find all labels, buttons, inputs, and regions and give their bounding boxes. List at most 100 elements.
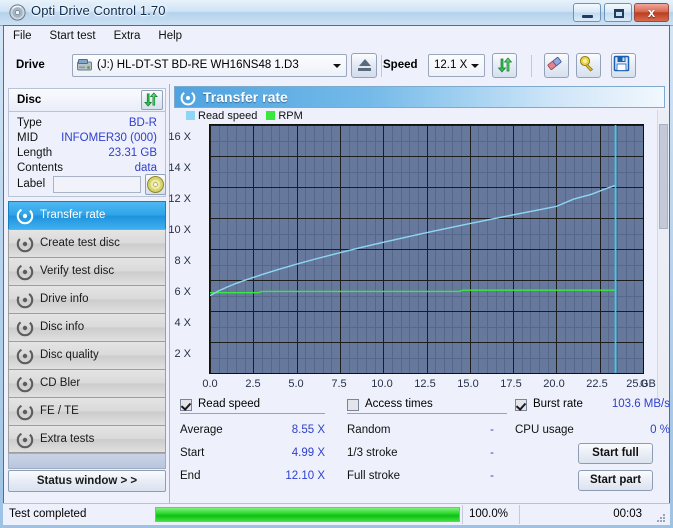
resize-grip-icon[interactable] [655,512,666,523]
stat-key: End [180,470,201,482]
chart-svg [210,125,643,373]
minimize-button[interactable] [573,3,601,22]
stat-row-cpu-usage: CPU usage 0 % [515,424,670,442]
status-divider-2 [519,505,520,524]
legend-swatch-rpm [266,111,276,120]
speed-value: 12.1 X [434,59,468,71]
chart-scrollbar[interactable] [657,110,669,398]
progress-bar-fill [156,508,459,521]
stat-row-average: Average 8.55 X [180,424,325,442]
eject-icon [359,59,371,66]
stat-row-start: Start 4.99 X [180,447,325,465]
y-tick: 10 X [168,224,191,236]
drive-icon [77,59,92,71]
x-tick: 22.5 [586,378,608,390]
sidebar-item-extra-tests[interactable]: Extra tests [8,425,166,453]
sidebar-item-label: Disc quality [40,349,99,361]
read-speed-label: Read speed [198,398,261,410]
eject-button[interactable] [351,53,377,78]
disc-check-icon [16,263,34,281]
disc-field-key: Type [17,117,42,129]
eject-icon-bar [358,68,371,71]
disc-label-button[interactable] [145,174,166,195]
y-tick: 14 X [168,162,191,174]
scrollbar-thumb[interactable] [659,124,668,229]
y-tick: 16 X [168,131,191,143]
stat-key: 1/3 stroke [347,447,398,459]
x-tick: 2.5 [245,378,261,390]
start-full-button[interactable]: Start full [578,443,653,464]
stat-row-random: Random - [347,424,494,442]
stat-key: Random [347,424,391,436]
stat-value: - [490,447,494,459]
stat-row-end: End 12.10 X [180,470,325,488]
burst-rate-label: Burst rate [533,398,583,410]
drive-value: (J:) HL-DT-ST BD-RE WH16NS48 1.D3 [97,59,299,71]
read-speed-checkbox[interactable] [180,399,192,411]
disc-extra-icon [16,431,34,449]
sidebar-item-fe-te[interactable]: FE / TE [8,397,166,425]
menu-item-start-test[interactable]: Start test [41,26,105,45]
panel-title: Transfer rate [203,89,288,105]
disc-spin-icon [180,90,196,106]
sidebar-item-label: Transfer rate [40,209,106,221]
disc-label-input[interactable] [53,176,141,193]
y-tick: 4 X [174,317,191,329]
disc-field-key: Length [17,147,53,159]
floppy-save-icon [613,55,630,72]
x-tick: 17.5 [500,378,522,390]
disc-field-key: Contents [17,162,64,174]
x-tick: 7.5 [331,378,347,390]
refresh-arrows-icon [497,57,513,73]
maximize-button[interactable] [604,3,632,22]
progress-percent: 100.0% [469,508,509,520]
start-part-button[interactable]: Start part [578,470,653,491]
menu-item-help[interactable]: Help [149,26,191,45]
group-underline [347,413,507,414]
disc-field-length: Length 23.31 GB [9,147,165,162]
eraser-icon [547,57,562,70]
stat-value: - [490,470,494,482]
status-window-button[interactable]: Status window > > [8,470,166,492]
menu-item-file[interactable]: File [4,26,41,45]
speed-dropdown-arrow[interactable] [467,58,482,73]
eraser-button[interactable] [544,53,569,78]
y-tick: 12 X [168,193,191,205]
burst-rate-checkbox[interactable] [515,399,527,411]
disc-field-type: Type BD-R [9,117,165,132]
sidebar-item-label: Create test disc [40,237,120,249]
progress-bar [155,507,460,522]
stat-value: 0 % [650,424,670,436]
chart-plot-area [209,124,644,374]
stat-value: - [490,424,494,436]
sidebar-item-label: Disc info [40,321,85,333]
x-tick: 5.0 [288,378,304,390]
maximize-icon [614,9,624,18]
x-tick: 20.0 [543,378,565,390]
sidebar-item-cd-bler[interactable]: CD Bler [8,369,166,397]
menu-item-extra[interactable]: Extra [105,26,150,45]
cd-disc-icon [147,176,164,193]
y-tick: 8 X [174,255,191,267]
drive-dropdown-arrow[interactable] [329,58,344,73]
access-times-checkbox[interactable] [347,399,359,411]
window-title: Opti Drive Control 1.70 [31,3,166,18]
x-tick: 10.0 [371,378,393,390]
menu-bar: File Start test Extra Help [4,26,669,49]
disc-refresh-button[interactable] [141,90,163,110]
settings-button[interactable] [576,53,601,78]
close-button[interactable]: x [634,3,669,22]
speed-select[interactable]: 12.1 X [428,54,485,77]
drive-select[interactable]: (J:) HL-DT-ST BD-RE WH16NS48 1.D3 [72,54,347,77]
chart-legend: Read speed RPM [186,110,312,123]
save-button[interactable] [611,53,636,78]
left-panel: Disc Type BD-R MID INFOMER30 (000) Lengt… [4,84,170,519]
disc-field-value: 23.31 GB [108,147,157,159]
x-tick: 12.5 [414,378,436,390]
refresh-button[interactable] [492,53,517,78]
status-bar: Test completed 100.0% 00:03 [3,503,670,525]
transfer-rate-chart: Read speed RPM 2 X 4 X 6 X 8 X 10 X 12 X… [168,110,665,398]
disc-bler-icon [16,375,34,393]
disc-field-value: BD-R [128,117,157,129]
stat-value: 8.55 X [291,424,325,436]
